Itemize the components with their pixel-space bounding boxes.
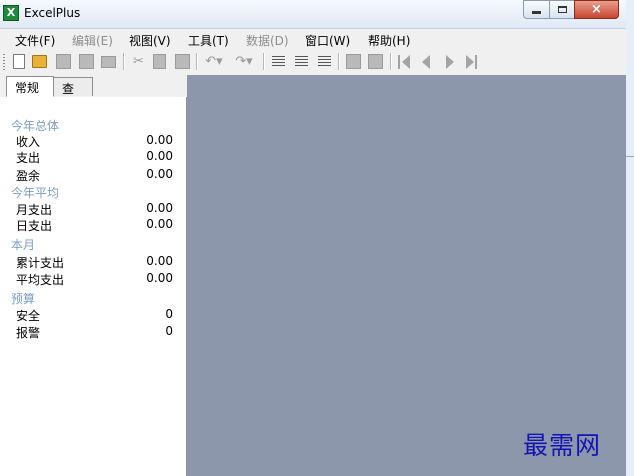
alarm-value: 0 xyxy=(165,324,173,338)
average-expense-label: 平均支出 xyxy=(16,273,65,287)
section-this-month: 本月 xyxy=(11,238,36,252)
next-record-icon[interactable] xyxy=(446,55,454,69)
monthly-expense-value: 0.00 xyxy=(146,201,173,215)
section-year-average: 今年平均 xyxy=(11,186,60,200)
section-year-total: 今年总体 xyxy=(11,119,60,133)
toolbar-separator xyxy=(196,53,198,70)
align-left-icon[interactable] xyxy=(272,56,285,67)
toolbar-grip[interactable] xyxy=(3,54,5,70)
expense-value: 0.00 xyxy=(146,149,173,163)
panel-tabs: 常规 查账 xyxy=(0,75,187,113)
last-record-bar xyxy=(475,55,477,69)
toolbar-separator xyxy=(263,53,265,70)
title-bar[interactable]: X ExcelPlus × xyxy=(0,0,627,29)
minimize-icon xyxy=(532,11,541,14)
tab-ledger[interactable]: 查账 xyxy=(53,77,93,113)
first-record-bar xyxy=(398,55,400,69)
redo-icon[interactable]: ↷▾ xyxy=(233,54,255,69)
undo-icon[interactable]: ↶▾ xyxy=(203,54,225,69)
alarm-label: 报警 xyxy=(16,326,41,340)
menu-bar: 文件(F) 编辑(E) 视图(V) 工具(T) 数据(D) 窗口(W) 帮助(H… xyxy=(0,29,627,50)
daily-expense-value: 0.00 xyxy=(146,217,173,231)
save-all-icon[interactable] xyxy=(79,54,94,69)
maximize-button[interactable] xyxy=(549,0,575,19)
minimize-button[interactable] xyxy=(523,0,550,19)
summary-panel: 今年总体 收入 0.00 支出 0.00 盈余 0.00 今年平均 月支出 0.… xyxy=(0,97,187,476)
menu-tools[interactable]: 工具(T) xyxy=(188,32,229,49)
daily-expense-label: 日支出 xyxy=(16,219,53,233)
import-icon[interactable] xyxy=(368,54,383,69)
align-center-icon[interactable] xyxy=(295,56,308,67)
watermark-text: 最需网 xyxy=(523,431,602,460)
cumulative-expense-label: 累计支出 xyxy=(16,256,65,270)
save-icon[interactable] xyxy=(56,54,71,69)
toolbar-separator xyxy=(390,53,392,70)
copy-icon[interactable] xyxy=(153,54,166,69)
section-budget: 预算 xyxy=(11,292,36,306)
menu-help[interactable]: 帮助(H) xyxy=(368,32,410,49)
menu-edit[interactable]: 编辑(E) xyxy=(72,32,113,49)
menu-file[interactable]: 文件(F) xyxy=(15,32,55,49)
align-right-icon[interactable] xyxy=(318,56,331,67)
menu-data[interactable]: 数据(D) xyxy=(246,32,289,49)
close-icon: × xyxy=(591,2,602,17)
last-record-icon[interactable] xyxy=(466,55,474,69)
menu-view[interactable]: 视图(V) xyxy=(129,32,171,49)
toolbar: ✂ ↶▾ ↷▾ xyxy=(0,51,627,73)
monthly-expense-label: 月支出 xyxy=(16,203,53,217)
income-label: 收入 xyxy=(16,135,41,149)
new-document-icon[interactable] xyxy=(13,54,25,69)
background-edge xyxy=(626,0,634,476)
surplus-label: 盈余 xyxy=(16,169,41,183)
surplus-value: 0.00 xyxy=(146,167,173,181)
window-title: ExcelPlus xyxy=(24,6,81,20)
document-workspace[interactable] xyxy=(187,75,626,476)
toolbar-separator xyxy=(338,53,340,70)
menu-window[interactable]: 窗口(W) xyxy=(305,32,350,49)
previous-record-icon[interactable] xyxy=(422,55,430,69)
average-expense-value: 0.00 xyxy=(146,271,173,285)
first-record-icon[interactable] xyxy=(402,55,410,69)
safe-value: 0 xyxy=(165,307,173,321)
expense-label: 支出 xyxy=(16,151,41,165)
app-window: X ExcelPlus × 文件(F) 编辑(E) 视图(V) 工具(T) 数据… xyxy=(0,0,628,476)
export-icon[interactable] xyxy=(346,54,361,69)
cut-icon[interactable]: ✂ xyxy=(131,54,146,69)
safe-label: 安全 xyxy=(16,309,41,323)
cumulative-expense-value: 0.00 xyxy=(146,254,173,268)
paste-icon[interactable] xyxy=(175,54,190,69)
maximize-icon xyxy=(557,6,567,13)
open-folder-icon[interactable] xyxy=(32,55,47,68)
income-value: 0.00 xyxy=(146,133,173,147)
print-icon[interactable] xyxy=(101,56,116,68)
excel-app-icon: X xyxy=(3,5,19,21)
background-edge-line xyxy=(626,156,634,157)
tab-general[interactable]: 常规 xyxy=(6,76,54,97)
close-button[interactable]: × xyxy=(574,0,619,19)
toolbar-separator xyxy=(123,53,125,70)
